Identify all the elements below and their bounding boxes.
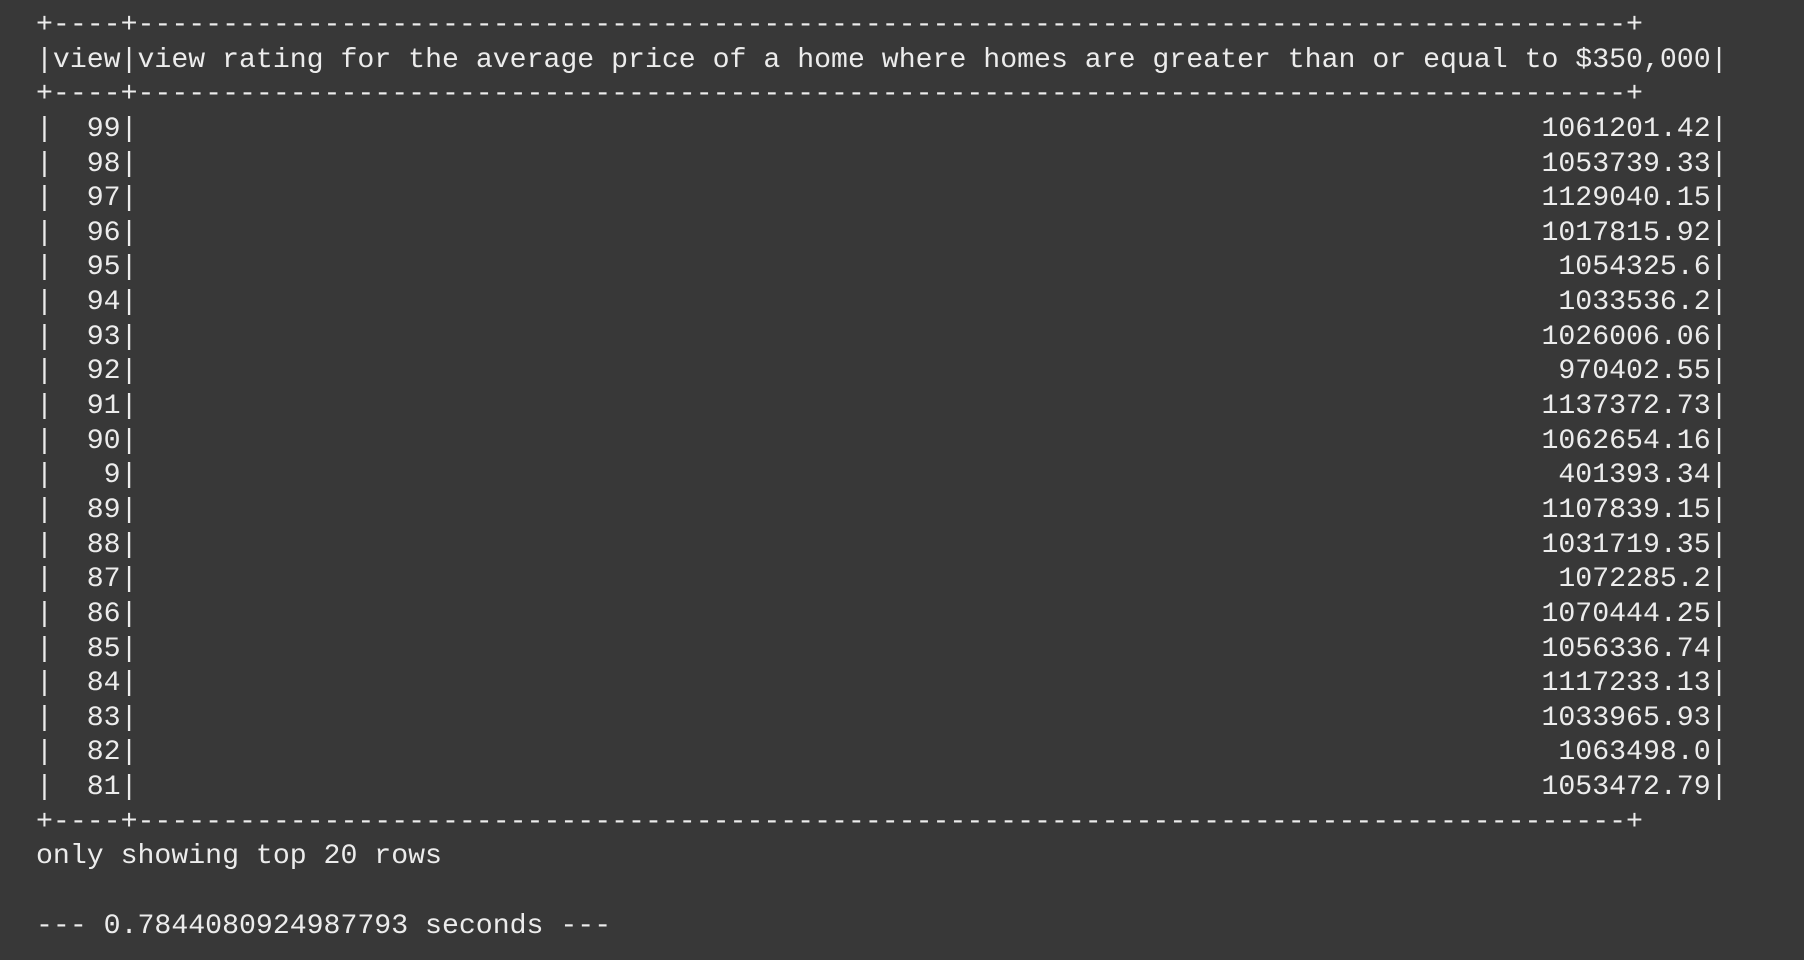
table-row: | 98| 1053739.33| bbox=[36, 148, 1728, 180]
table-row: | 91| 1137372.73| bbox=[36, 391, 1728, 423]
cell-avg-price: 1063498.0 bbox=[137, 737, 1711, 769]
cell-avg-price: 1053472.79 bbox=[137, 772, 1711, 804]
cell-avg-price: 1054325.6 bbox=[137, 252, 1711, 284]
cell-avg-price: 1053739.33 bbox=[137, 148, 1711, 180]
table-row: | 90| 1062654.16| bbox=[36, 425, 1728, 457]
cell-view: 93 bbox=[52, 321, 121, 353]
table-border-bottom: +----+----------------------------------… bbox=[36, 806, 1643, 838]
table-row: | 82| 1063498.0| bbox=[36, 737, 1728, 769]
cell-view: 82 bbox=[52, 737, 121, 769]
table-border-top: +----+----------------------------------… bbox=[36, 10, 1643, 41]
cell-view: 87 bbox=[52, 564, 121, 596]
cell-avg-price: 1137372.73 bbox=[137, 391, 1711, 423]
table-row: | 86| 1070444.25| bbox=[36, 598, 1728, 630]
cell-view: 98 bbox=[52, 148, 121, 180]
cell-view: 88 bbox=[52, 529, 121, 561]
timing-output: --- 0.7844080924987793 seconds --- bbox=[36, 910, 612, 942]
cell-avg-price: 1129040.15 bbox=[137, 183, 1711, 215]
cell-avg-price: 1107839.15 bbox=[137, 494, 1711, 526]
table-row: | 84| 1117233.13| bbox=[36, 668, 1728, 700]
table-row: | 93| 1026006.06| bbox=[36, 321, 1728, 353]
table-row: | 92| 970402.55| bbox=[36, 356, 1728, 388]
cell-avg-price: 1033965.93 bbox=[137, 702, 1711, 734]
cell-view: 95 bbox=[52, 252, 121, 284]
cell-view: 84 bbox=[52, 668, 121, 700]
table-row: | 83| 1033965.93| bbox=[36, 702, 1728, 734]
cell-avg-price: 1026006.06 bbox=[137, 321, 1711, 353]
table-row: | 85| 1056336.74| bbox=[36, 633, 1728, 665]
footer-note: only showing top 20 rows bbox=[36, 841, 442, 873]
table-row: | 97| 1129040.15| bbox=[36, 183, 1728, 215]
console-output: +----+----------------------------------… bbox=[0, 0, 1804, 960]
cell-avg-price: 1031719.35 bbox=[137, 529, 1711, 561]
cell-avg-price: 1072285.2 bbox=[137, 564, 1711, 596]
cell-avg-price: 1017815.92 bbox=[137, 217, 1711, 249]
cell-avg-price: 1062654.16 bbox=[137, 425, 1711, 457]
table-header-row: |view|view rating for the average price … bbox=[36, 44, 1728, 76]
cell-view: 97 bbox=[52, 183, 121, 215]
cell-avg-price: 1070444.25 bbox=[137, 598, 1711, 630]
table-body: | 99| 1061201.42| | 98| 1053739.33| | 97… bbox=[36, 113, 1804, 806]
cell-view: 92 bbox=[52, 356, 121, 388]
cell-view: 99 bbox=[52, 113, 121, 145]
cell-view: 94 bbox=[52, 287, 121, 319]
table-row: | 89| 1107839.15| bbox=[36, 494, 1728, 526]
table-row: | 99| 1061201.42| bbox=[36, 113, 1728, 145]
cell-view: 83 bbox=[52, 702, 121, 734]
table-row: | 96| 1017815.92| bbox=[36, 217, 1728, 249]
cell-avg-price: 1033536.2 bbox=[137, 287, 1711, 319]
table-border-header: +----+----------------------------------… bbox=[36, 79, 1643, 111]
cell-avg-price: 1117233.13 bbox=[137, 668, 1711, 700]
cell-view: 9 bbox=[52, 460, 121, 492]
table-row: | 9| 401393.34| bbox=[36, 460, 1728, 492]
table-row: | 95| 1054325.6| bbox=[36, 252, 1728, 284]
column-header-avg-price: view rating for the average price of a h… bbox=[137, 44, 1711, 76]
table-row: | 88| 1031719.35| bbox=[36, 529, 1728, 561]
cell-avg-price: 1056336.74 bbox=[137, 633, 1711, 665]
cell-avg-price: 401393.34 bbox=[137, 460, 1711, 492]
cell-avg-price: 970402.55 bbox=[137, 356, 1711, 388]
table-row: | 87| 1072285.2| bbox=[36, 564, 1728, 596]
cell-avg-price: 1061201.42 bbox=[137, 113, 1711, 145]
cell-view: 85 bbox=[52, 633, 121, 665]
cell-view: 96 bbox=[52, 217, 121, 249]
table-row: | 81| 1053472.79| bbox=[36, 772, 1728, 804]
table-row: | 94| 1033536.2| bbox=[36, 287, 1728, 319]
cell-view: 89 bbox=[52, 494, 121, 526]
column-header-view: view bbox=[52, 44, 121, 76]
cell-view: 86 bbox=[52, 598, 121, 630]
cell-view: 81 bbox=[52, 772, 121, 804]
cell-view: 90 bbox=[52, 425, 121, 457]
cell-view: 91 bbox=[52, 391, 121, 423]
